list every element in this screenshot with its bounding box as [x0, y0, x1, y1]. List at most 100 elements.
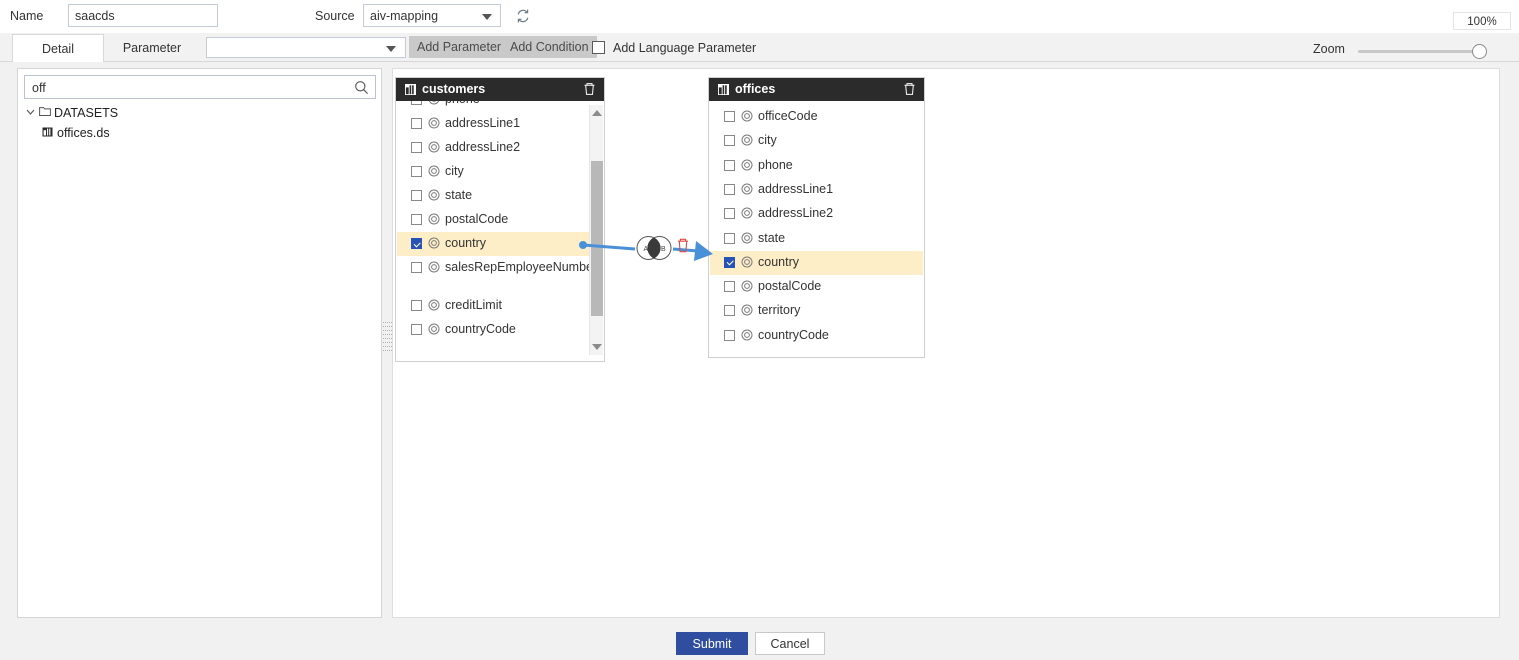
scroll-up-arrow-icon[interactable]: [592, 110, 602, 116]
scroll-down-arrow-icon[interactable]: [592, 344, 602, 350]
field-row[interactable]: officeCode: [710, 105, 923, 129]
splitter-grip-line: [383, 350, 392, 352]
field-name-label: creditLimit: [445, 298, 502, 312]
field-type-icon: [428, 165, 440, 177]
field-list-scrollbar[interactable]: [589, 105, 603, 355]
tree-node-datasets-label: DATASETS: [54, 105, 119, 120]
zoom-slider-track[interactable]: [1358, 50, 1480, 53]
table-card-customers[interactable]: customers phone addressLine1 addressLine2 c…: [395, 77, 605, 362]
toolbar-row: Detail Parameter Add Parameter Add Condi…: [0, 33, 1519, 62]
field-row[interactable]: salesRepEmployeeNumber: [397, 256, 603, 296]
field-type-icon: [428, 261, 440, 273]
field-checkbox[interactable]: [411, 142, 422, 153]
scrollbar-thumb[interactable]: [591, 161, 603, 316]
field-checkbox[interactable]: [724, 159, 735, 171]
field-row[interactable]: country: [397, 232, 603, 256]
field-name-label: country: [758, 254, 799, 269]
field-name-label: phone: [758, 157, 793, 172]
panel-splitter-handle[interactable]: [383, 322, 392, 354]
field-name-label: state: [445, 188, 473, 202]
join-canvas[interactable]: customers phone addressLine1 addressLine2 c…: [392, 68, 1500, 618]
field-checkbox[interactable]: [411, 214, 422, 225]
search-icon[interactable]: [354, 80, 369, 95]
field-row[interactable]: territory: [710, 299, 923, 323]
field-name-label: addressLine2: [445, 140, 521, 154]
field-checkbox[interactable]: [724, 256, 735, 268]
field-checkbox[interactable]: [724, 208, 735, 220]
tab-detail[interactable]: Detail: [12, 34, 104, 62]
field-row[interactable]: creditLimit: [397, 294, 603, 318]
field-checkbox[interactable]: [411, 118, 422, 129]
tree-node-datasets[interactable]: DATASETS: [25, 105, 118, 120]
search-input[interactable]: off: [24, 75, 376, 99]
field-checkbox[interactable]: [724, 329, 735, 341]
field-type-icon: [741, 232, 753, 244]
field-row[interactable]: addressLine2: [397, 136, 603, 160]
field-row[interactable]: countryCode: [397, 318, 603, 342]
chevron-down-icon: [482, 14, 492, 20]
field-checkbox[interactable]: [411, 262, 422, 273]
chevron-down-icon[interactable]: [25, 106, 36, 120]
field-name-label: addressLine2: [758, 206, 834, 221]
source-dropdown-value: aiv-mapping: [370, 9, 439, 23]
field-row[interactable]: phone: [397, 101, 603, 112]
field-name-label: countryCode: [445, 322, 516, 336]
field-checkbox[interactable]: [724, 305, 735, 317]
source-label: Source: [315, 9, 355, 23]
refresh-icon[interactable]: [515, 8, 531, 24]
zoom-percent-badge: 100%: [1453, 12, 1511, 30]
field-name-label: postalCode: [758, 279, 822, 294]
field-row[interactable]: addressLine1: [397, 112, 603, 136]
field-name-label: officeCode: [758, 109, 818, 123]
search-input-value: off: [32, 81, 46, 95]
name-label: Name: [10, 9, 44, 23]
tree-node-offices-ds[interactable]: offices.ds: [42, 125, 110, 140]
cancel-button[interactable]: Cancel: [755, 632, 825, 655]
source-dropdown[interactable]: aiv-mapping: [363, 4, 501, 27]
parameter-select[interactable]: [206, 37, 406, 58]
field-checkbox[interactable]: [411, 238, 422, 249]
field-row[interactable]: state: [710, 227, 923, 251]
field-type-icon: [428, 237, 440, 249]
field-row[interactable]: country: [710, 250, 923, 275]
add-condition-button[interactable]: Add Condition: [502, 36, 597, 58]
field-checkbox[interactable]: [411, 324, 422, 335]
field-row[interactable]: city: [397, 160, 603, 184]
table-card-offices[interactable]: offices officeCode city phone addressLine1 a…: [708, 77, 925, 358]
trash-icon[interactable]: [903, 82, 916, 96]
field-row[interactable]: city: [710, 129, 923, 153]
add-parameter-button[interactable]: Add Parameter: [409, 36, 510, 58]
field-checkbox[interactable]: [724, 232, 735, 244]
field-checkbox[interactable]: [411, 300, 422, 311]
folder-icon: [39, 106, 51, 120]
field-row[interactable]: addressLine2: [710, 202, 923, 226]
field-checkbox[interactable]: [411, 166, 422, 177]
field-checkbox[interactable]: [724, 111, 735, 122]
submit-button[interactable]: Submit: [676, 632, 748, 655]
field-row[interactable]: addressLine1: [710, 178, 923, 202]
table-card-title: customers: [422, 82, 486, 96]
name-input[interactable]: [68, 4, 218, 27]
field-type-icon: [741, 159, 753, 171]
field-row[interactable]: phone: [710, 154, 923, 178]
trash-icon[interactable]: [583, 82, 596, 96]
field-checkbox[interactable]: [411, 101, 422, 105]
zoom-slider-handle[interactable]: [1472, 44, 1487, 59]
tab-parameter[interactable]: Parameter: [106, 34, 198, 62]
table-card-title: offices: [735, 82, 776, 96]
inner-join-venn-icon[interactable]: A B: [634, 232, 674, 264]
table-icon: [405, 84, 416, 95]
field-name-label: phone: [445, 101, 480, 107]
body-area: off DATASETS offices.ds customers addres…: [0, 62, 1519, 622]
field-row[interactable]: postalCode: [397, 208, 603, 232]
field-checkbox[interactable]: [411, 190, 422, 201]
field-checkbox[interactable]: [724, 183, 735, 195]
field-row[interactable]: countryCode: [710, 324, 923, 348]
add-language-parameter-checkbox[interactable]: [592, 41, 605, 54]
field-row[interactable]: postalCode: [710, 275, 923, 299]
join-delete-trash-icon[interactable]: [676, 237, 690, 255]
field-checkbox[interactable]: [724, 281, 735, 293]
field-row[interactable]: state: [397, 184, 603, 208]
field-checkbox[interactable]: [724, 135, 735, 147]
field-name-label: postalCode: [445, 212, 509, 226]
